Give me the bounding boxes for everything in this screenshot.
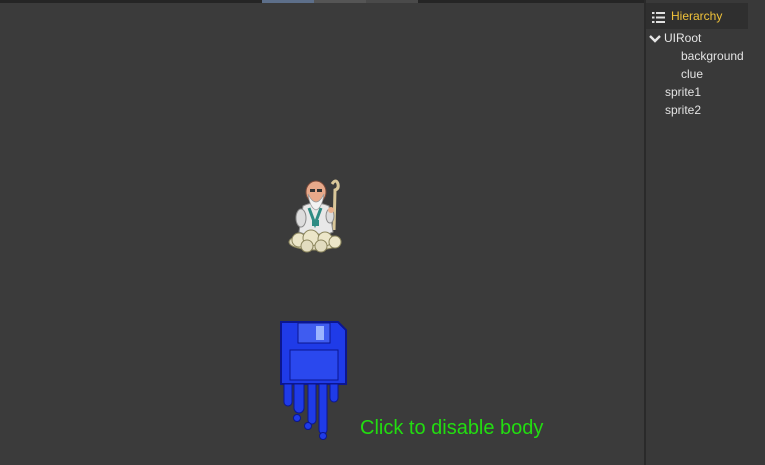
list-icon: [652, 12, 665, 23]
hierarchy-title: Hierarchy: [671, 9, 723, 23]
tree-item-sprite2[interactable]: sprite2: [665, 103, 701, 117]
tree-item-clue[interactable]: clue: [681, 67, 703, 81]
tree-item-background[interactable]: background: [681, 49, 744, 63]
status-text[interactable]: Click to disable body: [360, 417, 543, 440]
hierarchy-panel: Hierarchy UIRoot background clue sprite1…: [644, 0, 765, 465]
floppy-disk-sprite[interactable]: [278, 320, 348, 442]
tree-item-sprite1[interactable]: sprite1: [665, 85, 701, 99]
sage-sprite[interactable]: [285, 176, 345, 254]
tree-item-label: UIRoot: [664, 31, 702, 45]
hierarchy-tab[interactable]: Hierarchy: [646, 3, 748, 29]
chevron-down-icon[interactable]: [649, 34, 661, 44]
tree-item-uiroot[interactable]: UIRoot: [649, 31, 702, 45]
